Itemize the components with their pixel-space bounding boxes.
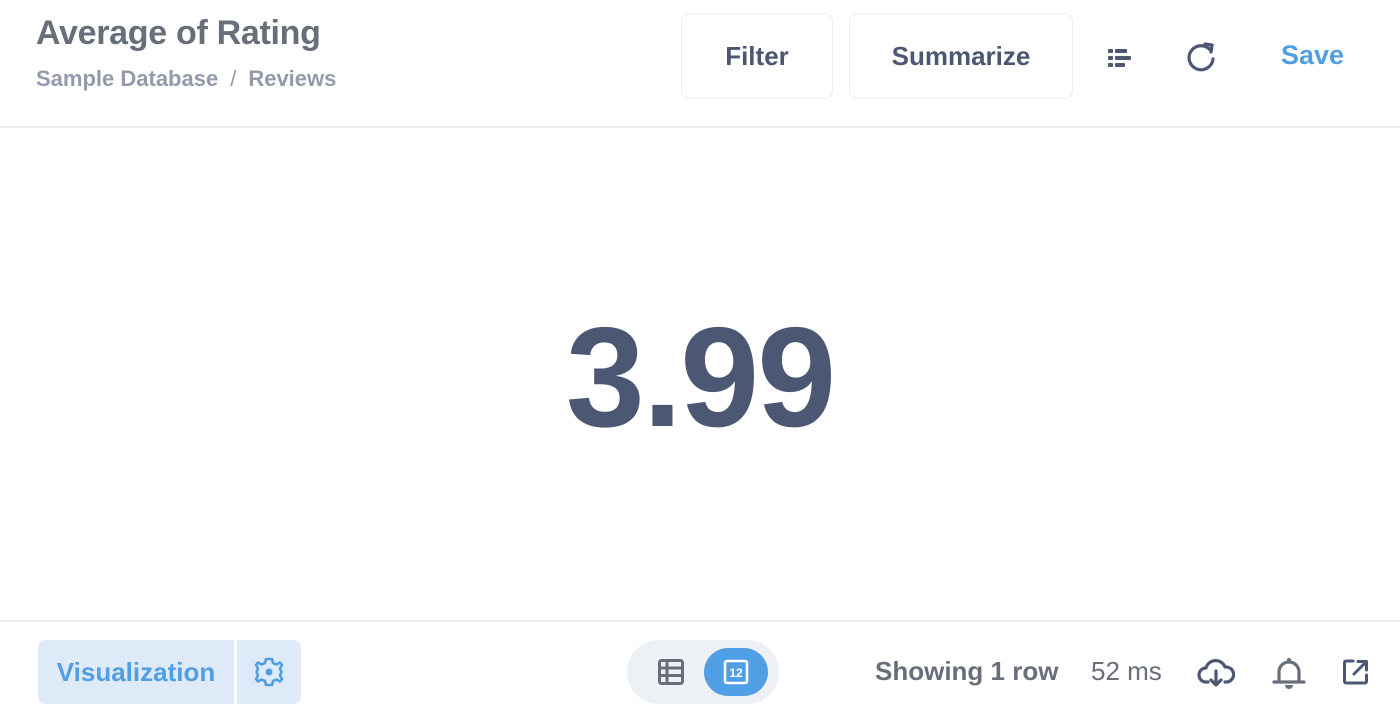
breadcrumb-database[interactable]: Sample Database — [36, 66, 218, 91]
alert-button[interactable] — [1268, 652, 1310, 694]
query-header: Average of Rating Sample Database / Review… — [0, 0, 1400, 128]
table-view-toggle[interactable] — [643, 648, 699, 696]
scalar-badge-text: 12 — [729, 666, 743, 680]
gear-icon — [254, 657, 284, 687]
number-icon: 12 — [723, 659, 749, 685]
external-link-icon — [1343, 659, 1368, 685]
scalar-value: 3.99 — [565, 298, 836, 457]
visualization-settings-button[interactable] — [237, 640, 301, 704]
bell-icon — [1272, 658, 1306, 689]
cloud-download-icon — [1197, 658, 1235, 687]
scalar-view-toggle[interactable]: 12 — [704, 648, 768, 696]
filter-button[interactable]: Filter — [681, 13, 833, 99]
query-footer: Visualization 12 Showing 1 row 52 ms — [0, 620, 1400, 720]
refresh-icon — [1187, 42, 1215, 72]
visualization-button[interactable]: Visualization — [38, 640, 234, 704]
download-button[interactable] — [1195, 652, 1237, 694]
share-button[interactable] — [1336, 652, 1376, 692]
row-count: Showing 1 row — [875, 656, 1059, 686]
query-time: 52 ms — [1091, 656, 1162, 686]
visualization-area: 3.99 — [0, 128, 1400, 620]
breadcrumb: Sample Database / Reviews — [36, 66, 336, 92]
summarize-button[interactable]: Summarize — [849, 13, 1073, 99]
breadcrumb-separator: / — [230, 66, 237, 91]
breadcrumb-table[interactable]: Reviews — [248, 66, 336, 91]
save-button[interactable]: Save — [1281, 40, 1344, 71]
list-bullets-icon — [1108, 49, 1131, 67]
page-title: Average of Rating — [36, 14, 321, 52]
refresh-button[interactable] — [1180, 36, 1222, 78]
view-toggle: 12 — [627, 640, 779, 704]
table-icon — [658, 659, 684, 685]
notebook-editor-button[interactable] — [1100, 38, 1140, 78]
